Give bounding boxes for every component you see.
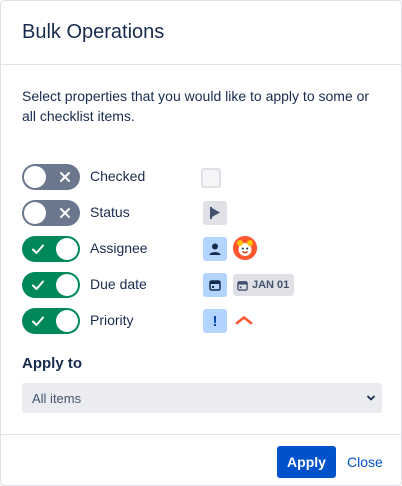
check-icon (32, 316, 44, 326)
due-date-lozenge[interactable]: JAN 01 (233, 274, 295, 296)
bulk-operations-dialog: Bulk Operations Select properties that y… (0, 0, 402, 486)
dialog-title: Bulk Operations (22, 21, 165, 43)
property-label-assignee: Assignee (90, 240, 148, 256)
chevron-down-icon (367, 395, 375, 401)
priority-picker[interactable]: ! (203, 309, 227, 333)
due-date-toggle[interactable] (22, 272, 80, 298)
property-row-assignee: Assignee (22, 236, 382, 262)
apply-button[interactable]: Apply (277, 446, 336, 478)
checked-checkbox[interactable] (201, 168, 221, 188)
due-date-picker[interactable] (203, 273, 227, 297)
property-label-priority: Priority (90, 312, 134, 328)
toggle-knob (56, 238, 78, 260)
check-icon (32, 244, 44, 254)
priority-high-icon (235, 316, 253, 325)
apply-to-select[interactable]: All items (22, 383, 382, 413)
close-button[interactable]: Close (347, 446, 383, 478)
calendar-icon (209, 280, 221, 291)
apply-to-label: Apply to (22, 355, 82, 372)
assignee-picker[interactable] (203, 237, 227, 261)
property-label-checked: Checked (90, 168, 146, 184)
flag-icon (210, 207, 220, 219)
dialog-footer: Apply Close (1, 434, 401, 486)
property-row-priority: Priority ! (22, 308, 382, 334)
check-icon (32, 280, 44, 290)
property-label-status: Status (90, 204, 130, 220)
property-row-status: Status (22, 200, 382, 226)
property-row-due-date: Due date JAN 01 (22, 272, 382, 298)
priority-toggle[interactable] (22, 308, 80, 334)
due-date-value: JAN 01 (252, 279, 290, 291)
property-row-checked: Checked (22, 164, 382, 190)
toggle-knob (24, 202, 46, 224)
status-toggle[interactable] (22, 200, 80, 226)
checked-toggle[interactable] (22, 164, 80, 190)
dialog-header: Bulk Operations (1, 1, 401, 65)
property-label-due-date: Due date (90, 276, 147, 292)
dialog-description: Select properties that you would like to… (22, 88, 370, 124)
apply-to-selected-value: All items (32, 391, 82, 406)
toggle-knob (24, 166, 46, 188)
toggle-knob (56, 274, 78, 296)
exclamation-icon: ! (212, 312, 218, 330)
close-icon (60, 172, 70, 182)
person-icon (209, 243, 221, 255)
status-picker[interactable] (203, 201, 227, 225)
user-avatar[interactable] (233, 236, 257, 260)
close-icon (60, 208, 70, 218)
assignee-toggle[interactable] (22, 236, 80, 262)
toggle-knob (56, 310, 78, 332)
calendar-icon (237, 280, 248, 291)
